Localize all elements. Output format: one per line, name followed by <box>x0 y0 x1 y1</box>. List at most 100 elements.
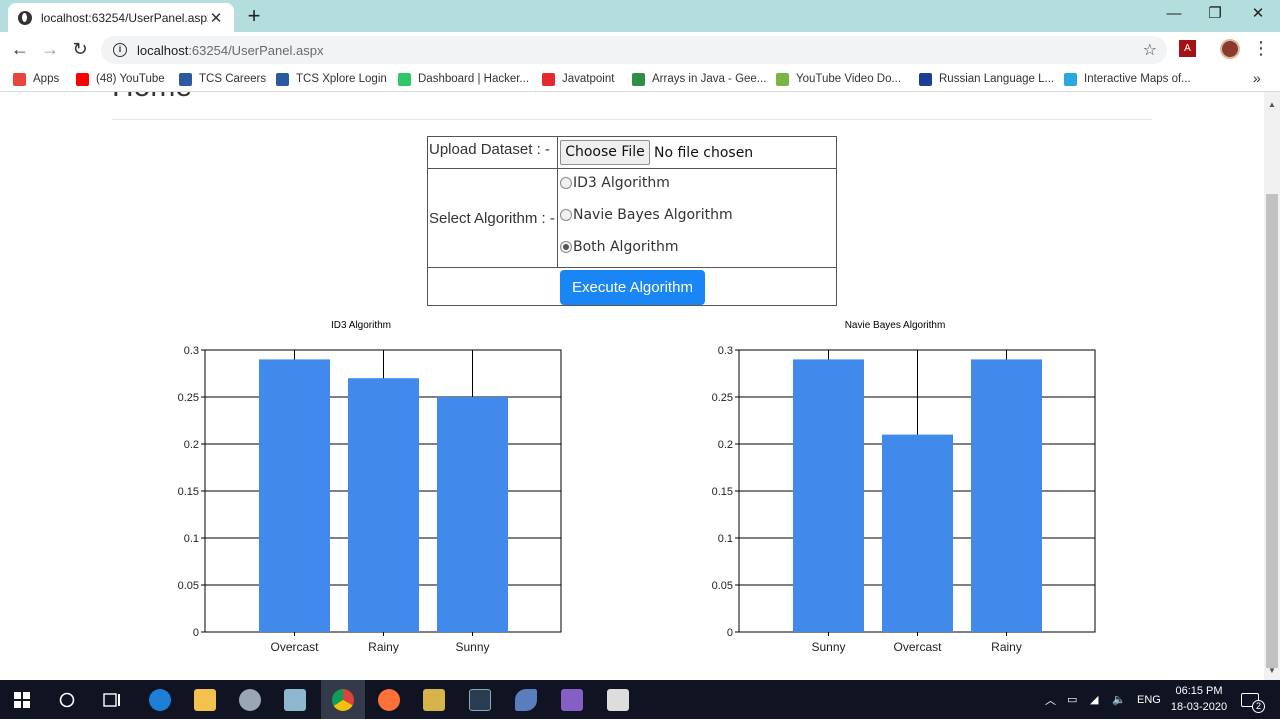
edge-taskbar-item[interactable] <box>138 680 182 719</box>
search-circle-icon <box>59 692 75 707</box>
bookmark-item[interactable]: Arrays in Java - Gee... <box>632 71 766 87</box>
russia-flag-icon <box>919 72 932 86</box>
terminal-taskbar-item[interactable] <box>458 680 502 719</box>
window-close-icon[interactable]: ✕ <box>1236 2 1280 28</box>
hackerrank-icon <box>398 72 411 86</box>
download-arrow-icon <box>776 72 789 86</box>
javatpoint-icon <box>542 72 555 86</box>
task-view-button[interactable] <box>90 680 134 719</box>
y-tick-label: 0.1 <box>184 533 199 545</box>
y-tick-label: 0.05 <box>712 580 733 592</box>
no-file-text: No file chosen <box>654 145 754 161</box>
tab-title: localhost:63254/UserPanel.aspx <box>41 10 208 25</box>
y-tick-label: 0.1 <box>718 533 733 545</box>
bookmark-label: (48) YouTube <box>96 73 165 85</box>
edge-icon <box>149 688 171 711</box>
bookmark-star-icon[interactable]: ☆ <box>1143 40 1157 60</box>
browser-menu-icon[interactable]: ⋮ <box>1252 38 1270 58</box>
start-button[interactable] <box>0 680 44 719</box>
settings-taskbar-item[interactable] <box>228 680 272 719</box>
back-icon[interactable]: ← <box>8 37 32 61</box>
x-tick-label: Rainy <box>991 640 1022 654</box>
database-taskbar-item[interactable] <box>412 680 456 719</box>
bookmark-label: TCS Careers <box>199 73 267 85</box>
bookmark-label: YouTube Video Do... <box>796 73 902 85</box>
radio-dot[interactable] <box>560 241 572 253</box>
site-info-icon[interactable]: i <box>113 43 127 57</box>
bookmark-item[interactable]: Interactive Maps of... <box>1064 71 1191 87</box>
minimize-icon[interactable]: — <box>1152 2 1196 28</box>
volume-icon[interactable]: 🔈 <box>1112 680 1126 719</box>
forward-icon[interactable]: → <box>38 37 62 61</box>
bookmark-item[interactable]: YouTube Video Do... <box>776 71 901 87</box>
naive-bayes-chart-svg: Navie Bayes Algorithm 0 0.05 0.1 0.15 0.2 0.25… <box>712 320 1096 654</box>
tray-chevron-icon[interactable]: ︿ <box>1045 680 1056 719</box>
radio-naive-bayes[interactable]: Navie Bayes Algorithm <box>560 207 733 223</box>
bookmark-label: Dashboard | Hacker... <box>418 73 530 85</box>
algorithm-form: Upload Dataset : - Choose File No file c… <box>427 136 837 306</box>
photos-taskbar-item[interactable] <box>596 680 640 719</box>
browser-tab[interactable]: localhost:63254/UserPanel.aspx ✕ <box>8 3 234 32</box>
more-bookmarks-icon[interactable]: » <box>1253 70 1261 86</box>
new-tab-button[interactable]: + <box>244 4 264 28</box>
language-indicator[interactable]: ENG <box>1137 680 1161 719</box>
tata-icon <box>179 72 192 86</box>
naive-bayes-chart: Navie Bayes Algorithm 0 0.05 0.1 0.15 0.2 0.25… <box>694 314 1114 659</box>
visual-studio-taskbar-item[interactable] <box>550 680 594 719</box>
execute-algorithm-button[interactable]: Execute Algorithm <box>560 270 705 305</box>
close-tab-icon[interactable]: ✕ <box>208 9 224 27</box>
select-algorithm-label: Select Algorithm : - <box>429 210 555 227</box>
radio-both[interactable]: Both Algorithm <box>560 239 679 255</box>
apps-grid-icon <box>13 72 26 86</box>
scroll-thumb[interactable] <box>1266 194 1278 668</box>
bookmark-label: Apps <box>33 73 60 85</box>
firefox-taskbar-item[interactable] <box>367 680 411 719</box>
bookmark-item[interactable]: Javatpoint <box>542 71 614 87</box>
chrome-taskbar-item[interactable] <box>321 680 365 719</box>
y-tick-label: 0.25 <box>178 392 199 404</box>
file-explorer-taskbar-item[interactable] <box>183 680 227 719</box>
bar <box>259 359 330 632</box>
bookmark-item[interactable]: Apps <box>13 71 59 87</box>
notifications-icon[interactable]: 2 <box>1241 680 1265 719</box>
bookmark-label: Arrays in Java - Gee... <box>652 73 767 85</box>
bookmark-label: Russian Language L... <box>939 73 1055 85</box>
y-tick-label: 0.25 <box>712 392 733 404</box>
restore-icon[interactable]: ❐ <box>1193 2 1237 28</box>
scroll-up-arrow-icon[interactable]: ▲ <box>1268 100 1276 109</box>
system-clock[interactable]: 06:15 PM 18-03-2020 <box>1166 683 1232 715</box>
bookmark-item[interactable]: Dashboard | Hacker... <box>398 71 529 87</box>
chart-title: Navie Bayes Algorithm <box>845 320 946 331</box>
radio-label: Both Algorithm <box>573 239 679 255</box>
bar <box>348 378 419 632</box>
app2-taskbar-item[interactable] <box>504 680 548 719</box>
clock-date: 18-03-2020 <box>1170 701 1228 713</box>
bookmark-item[interactable]: (48) YouTube <box>76 71 165 87</box>
visual-studio-icon <box>561 688 583 711</box>
reload-icon[interactable]: ↻ <box>68 37 92 61</box>
x-tick-label: Sunny <box>455 640 489 654</box>
radio-id3[interactable]: ID3 Algorithm <box>560 175 670 191</box>
y-tick-label: 0.2 <box>184 439 199 451</box>
bar <box>971 359 1042 632</box>
bookmark-item[interactable]: Russian Language L... <box>919 71 1054 87</box>
pdf-extension-icon[interactable]: A <box>1179 40 1196 57</box>
bookmark-item[interactable]: TCS Xplore Login <box>276 71 387 87</box>
gear-icon <box>239 688 261 711</box>
radio-label: ID3 Algorithm <box>573 175 670 191</box>
radio-dot[interactable] <box>560 177 572 189</box>
profile-avatar[interactable] <box>1220 39 1240 59</box>
network-icon[interactable]: ◢ <box>1090 680 1098 719</box>
bookmark-label: Interactive Maps of... <box>1084 73 1191 85</box>
battery-icon[interactable]: ▭ <box>1067 680 1077 719</box>
address-bar[interactable]: i localhost:63254/UserPanel.aspx ☆ <box>101 36 1167 64</box>
choose-file-button[interactable]: Choose File <box>560 140 650 165</box>
scroll-down-arrow-icon[interactable]: ▼ <box>1268 666 1276 675</box>
search-button[interactable] <box>45 680 89 719</box>
page-scrollbar[interactable]: ▲ ▼ <box>1264 92 1280 680</box>
bookmark-label: TCS Xplore Login <box>296 73 387 85</box>
radio-dot[interactable] <box>560 209 572 221</box>
app-taskbar-item[interactable] <box>273 680 317 719</box>
feather-icon <box>515 688 537 711</box>
bookmark-item[interactable]: TCS Careers <box>179 71 266 87</box>
